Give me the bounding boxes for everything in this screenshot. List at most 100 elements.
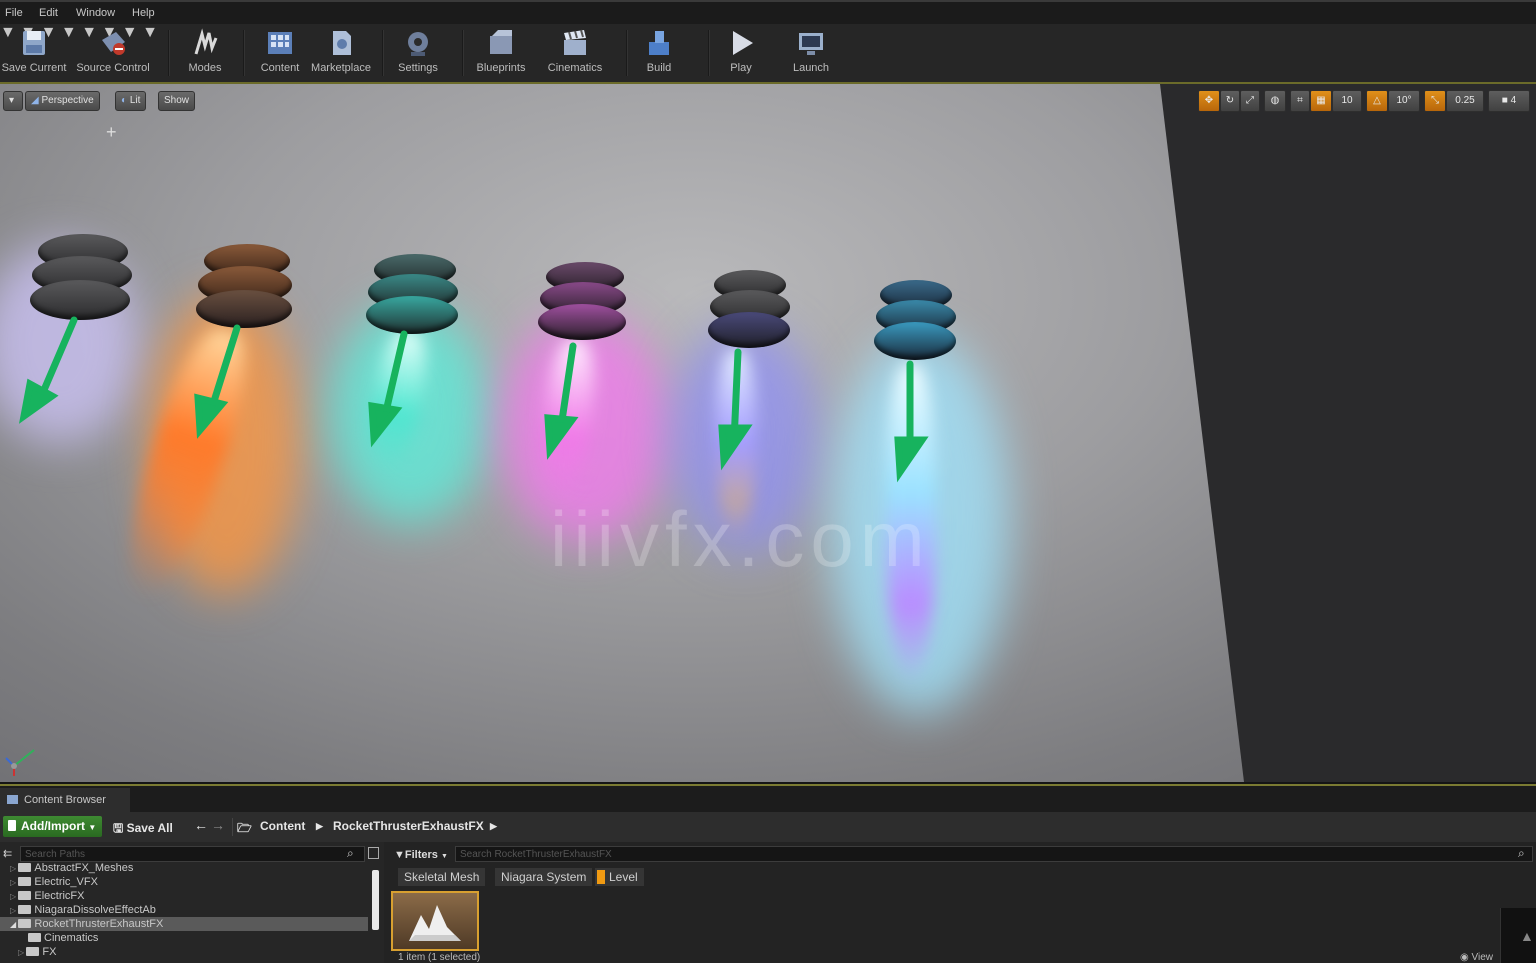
lit-icon: ◐	[121, 95, 130, 106]
world-space-icon[interactable]: ◍	[1264, 90, 1286, 112]
tree-folder-item[interactable]: ▷ Electric_VFX	[10, 875, 98, 889]
menu-window[interactable]: Window	[76, 7, 115, 19]
save-current-button[interactable]: Save Current	[0, 24, 68, 82]
asset-thumbnail-level[interactable]	[391, 891, 479, 951]
tree-folder-item[interactable]: ▷ NiagaraDissolveEffectAb	[10, 903, 156, 917]
folder-label: Electric_VFX	[34, 876, 98, 888]
toolbar-separator	[626, 30, 628, 76]
source-control-label: Source Control	[76, 62, 150, 74]
add-import-button[interactable]: Add/Import ▼	[3, 816, 103, 837]
menu-help[interactable]: Help	[132, 7, 155, 19]
history-forward-icon[interactable]: →	[211, 817, 225, 833]
source-control-button[interactable]: Source Control	[72, 24, 154, 82]
tree-folder-item[interactable]: Cinematics	[28, 931, 98, 945]
save-all-button[interactable]: 🖫 Save All	[113, 819, 173, 840]
chevron-right-icon[interactable]: ▶	[490, 821, 497, 832]
surface-snap-icon[interactable]: ⌗	[1290, 90, 1310, 112]
grid-snap-icon[interactable]: ▦	[1310, 90, 1332, 112]
asset-count-status: 1 item (1 selected)	[398, 952, 481, 963]
sources-scrollbar[interactable]	[372, 870, 379, 930]
content-label: Content	[260, 62, 300, 74]
toolbar-separator	[708, 30, 710, 76]
blueprints-label: Blueprints	[476, 62, 526, 74]
settings-icon	[408, 32, 428, 56]
menu-edit[interactable]: Edit	[39, 7, 58, 19]
content-browser-tab[interactable]: Content Browser	[0, 788, 130, 812]
save-current-label: Save Current	[1, 62, 67, 74]
watermark-text: iiivfx.com	[550, 495, 931, 583]
content-browser-body: ⇇ Search Paths ⌕ ▷ AbstractFX_Meshes ▷ E…	[0, 842, 1536, 963]
translate-tool-icon[interactable]: ✥	[1198, 90, 1220, 112]
path-view-options-icon[interactable]	[368, 847, 379, 859]
build-label: Build	[646, 62, 672, 74]
warning-icon: ▲	[1520, 928, 1534, 944]
build-icon	[649, 31, 669, 55]
content-button[interactable]: Content	[254, 24, 306, 82]
folder-open-icon: 🗁	[237, 821, 252, 835]
breadcrumb-rocketthrusterexhaustfx[interactable]: RocketThrusterExhaustFX	[333, 819, 484, 833]
chevron-down-icon: ▾	[9, 95, 15, 106]
content-browser-tabbar: Content Browser	[0, 784, 1536, 812]
toolbar-separator	[243, 30, 245, 76]
scale-snap-icon[interactable]: ⤡	[1424, 90, 1446, 112]
source-control-icon	[102, 32, 125, 55]
modes-icon	[194, 28, 218, 55]
marketplace-button[interactable]: Marketplace	[308, 24, 374, 82]
play-icon	[733, 31, 753, 55]
level-viewport[interactable]: iiivfx.com ▾ ◢ Perspective ◐ Lit Show + …	[0, 84, 1536, 782]
search-icon: ⌕	[347, 846, 354, 860]
perspective-button[interactable]: ◢ Perspective	[25, 91, 100, 111]
filter-chip-skeletal-mesh[interactable]: Skeletal Mesh	[398, 868, 486, 886]
rotation-snap-icon[interactable]: △	[1366, 90, 1388, 112]
show-button[interactable]: Show	[158, 91, 196, 111]
search-paths-input[interactable]: Search Paths	[20, 846, 365, 862]
view-options-button[interactable]: ◉ View	[1460, 952, 1493, 963]
menu-file[interactable]: File	[5, 7, 23, 19]
modes-button[interactable]: Modes	[180, 24, 230, 82]
toolbar-separator	[382, 30, 384, 76]
content-browser-toolbar: Add/Import ▼ 🖫 Save All ← → 🗁 Content ▶ …	[0, 812, 1536, 842]
play-label: Play	[730, 62, 752, 74]
scale-snap-value[interactable]: 0.25	[1446, 90, 1484, 112]
chevron-right-icon[interactable]: ▶	[316, 821, 323, 832]
tree-folder-item[interactable]: ▷ AbstractFX_Meshes	[10, 861, 133, 875]
scale-tool-icon[interactable]: ⤢	[1240, 90, 1260, 112]
tree-folder-item-selected[interactable]: ◢ RocketThrusterExhaustFX	[0, 917, 368, 931]
folder-icon	[18, 891, 32, 900]
launch-icon	[799, 33, 823, 55]
play-button[interactable]: Play	[718, 24, 764, 82]
filters-button[interactable]: ▼Filters ▼	[394, 846, 448, 864]
viewport-options-button[interactable]: ▾	[3, 91, 23, 111]
save-icon	[23, 31, 45, 55]
settings-button[interactable]: Settings	[392, 24, 444, 82]
rotate-tool-icon[interactable]: ↻	[1220, 90, 1240, 112]
filter-chip-niagara-system[interactable]: Niagara System	[495, 868, 593, 886]
camera-speed-button[interactable]: ■ 4	[1488, 90, 1530, 112]
new-file-icon	[8, 820, 16, 831]
search-assets-input[interactable]: Search RocketThrusterExhaustFX	[455, 846, 1533, 862]
breadcrumb-content[interactable]: Content	[260, 819, 305, 833]
cinematics-button[interactable]: Cinematics	[544, 24, 606, 82]
launch-label: Launch	[792, 62, 830, 74]
content-browser-icon	[7, 795, 18, 804]
chevron-down-icon: ▼	[440, 853, 448, 860]
tree-folder-item[interactable]: ▷ FX	[18, 945, 56, 959]
blueprints-icon	[490, 30, 512, 54]
build-button[interactable]: Build	[636, 24, 682, 82]
crosshair-icon: +	[106, 122, 117, 142]
toolbar-separator	[168, 30, 170, 76]
rotation-snap-value[interactable]: 10°	[1388, 90, 1420, 112]
grid-snap-value[interactable]: 10	[1332, 90, 1362, 112]
content-icon	[268, 32, 292, 54]
lit-button[interactable]: ◐ Lit	[115, 91, 147, 111]
menu-bar: File Edit Window Help	[0, 0, 1536, 24]
blueprints-button[interactable]: Blueprints	[472, 24, 530, 82]
history-back-icon[interactable]: ←	[194, 817, 208, 833]
toolbar-separator	[232, 818, 233, 836]
filter-chip-level[interactable]: Level	[595, 868, 644, 886]
folder-icon	[18, 905, 32, 914]
folder-label: RocketThrusterExhaustFX	[34, 918, 164, 930]
tree-folder-item[interactable]: ▷ ElectricFX	[10, 889, 85, 903]
launch-button[interactable]: Launch	[786, 24, 836, 82]
collapse-sources-icon[interactable]: ⇇	[3, 847, 12, 860]
